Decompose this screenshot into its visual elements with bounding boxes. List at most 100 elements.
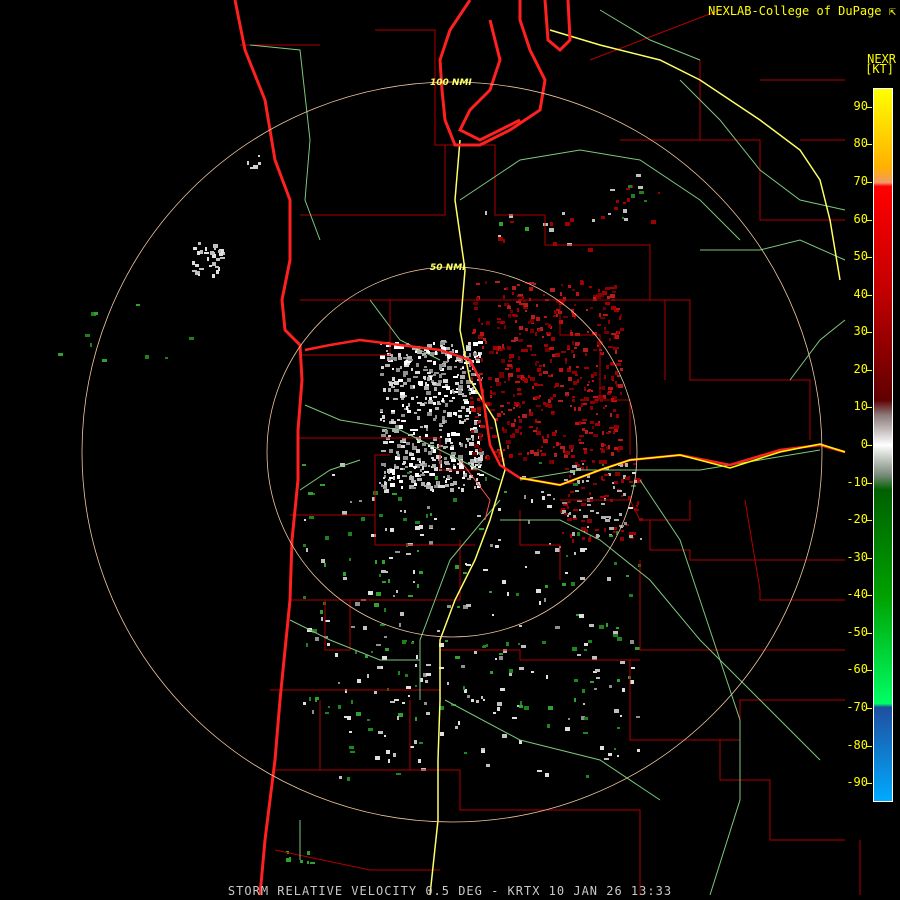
velocity-echo-pixel xyxy=(615,335,619,339)
velocity-echo-pixel xyxy=(640,538,642,540)
velocity-echo-pixel xyxy=(398,379,403,382)
velocity-echo-pixel xyxy=(629,594,633,597)
velocity-colorbar xyxy=(873,88,893,802)
velocity-echo-pixel xyxy=(592,380,594,382)
velocity-echo-pixel xyxy=(401,414,405,417)
velocity-echo-pixel xyxy=(469,370,471,372)
velocity-echo-pixel xyxy=(429,397,432,400)
velocity-echo-pixel xyxy=(471,391,473,394)
velocity-echo-pixel xyxy=(580,577,585,580)
velocity-echo-pixel xyxy=(426,391,431,395)
velocity-echo-pixel xyxy=(572,465,577,468)
velocity-echo-pixel xyxy=(551,374,553,377)
velocity-echo-pixel xyxy=(519,405,521,408)
velocity-echo-pixel xyxy=(453,464,455,466)
velocity-echo-pixel xyxy=(529,426,533,428)
velocity-echo-pixel xyxy=(617,375,620,377)
velocity-echo-pixel xyxy=(563,316,568,318)
velocity-echo-pixel xyxy=(518,339,523,342)
velocity-echo-pixel xyxy=(480,455,483,457)
velocity-echo-pixel xyxy=(453,412,457,415)
velocity-echo-pixel xyxy=(565,468,569,470)
colorbar-tick-label: -40 xyxy=(846,587,868,602)
velocity-echo-pixel xyxy=(587,526,589,528)
velocity-echo-pixel xyxy=(473,342,478,346)
velocity-echo-pixel xyxy=(486,321,490,325)
interstate-5 xyxy=(429,139,506,896)
velocity-echo-pixel xyxy=(485,211,487,215)
county-line xyxy=(275,769,641,895)
velocity-echo-pixel xyxy=(463,399,468,401)
velocity-echo-pixel xyxy=(519,303,524,305)
velocity-echo-pixel xyxy=(573,354,575,358)
highway-line xyxy=(789,319,846,381)
velocity-echo-pixel xyxy=(519,625,522,627)
colorbar-tick-label: -10 xyxy=(846,474,868,489)
velocity-echo-pixel xyxy=(457,374,459,376)
velocity-echo-pixel xyxy=(592,460,595,463)
velocity-echo-pixel xyxy=(458,487,460,489)
velocity-echo-pixel xyxy=(383,420,385,422)
velocity-echo-pixel xyxy=(435,476,438,480)
velocity-echo-pixel xyxy=(463,471,465,474)
velocity-echo-pixel xyxy=(335,653,338,657)
velocity-echo-pixel xyxy=(418,381,423,385)
velocity-echo-pixel xyxy=(437,630,440,632)
velocity-echo-pixel xyxy=(545,585,548,588)
velocity-echo-pixel xyxy=(605,405,607,407)
velocity-echo-pixel xyxy=(600,317,605,319)
velocity-echo-pixel xyxy=(420,534,424,536)
velocity-echo-pixel xyxy=(473,302,478,305)
velocity-echo-pixel xyxy=(579,435,584,437)
velocity-echo-pixel xyxy=(614,709,619,713)
velocity-echo-pixel xyxy=(495,281,500,283)
velocity-echo-pixel xyxy=(586,466,588,470)
velocity-echo-pixel xyxy=(382,560,385,564)
nexlab-credit[interactable]: NEXLAB-College of DuPage ⇱ xyxy=(708,4,896,18)
velocity-echo-pixel xyxy=(568,377,572,381)
velocity-echo-pixel xyxy=(449,400,453,402)
velocity-echo-pixel xyxy=(612,482,614,484)
velocity-echo-pixel xyxy=(507,445,509,449)
velocity-echo-pixel xyxy=(580,377,582,379)
velocity-echo-pixel xyxy=(553,446,555,448)
velocity-echo-pixel xyxy=(567,506,569,509)
velocity-echo-pixel xyxy=(419,742,423,744)
velocity-echo-pixel xyxy=(545,773,549,777)
velocity-echo-pixel xyxy=(458,455,463,459)
velocity-echo-pixel xyxy=(400,366,402,369)
velocity-echo-pixel xyxy=(592,219,595,222)
velocity-echo-pixel xyxy=(424,471,429,473)
velocity-echo-pixel xyxy=(382,415,385,419)
velocity-echo-pixel xyxy=(600,746,604,750)
velocity-echo-pixel xyxy=(520,432,522,435)
highway-line xyxy=(679,79,846,211)
velocity-echo-pixel xyxy=(476,361,480,363)
velocity-echo-pixel xyxy=(443,476,445,478)
velocity-echo-pixel xyxy=(413,466,417,468)
velocity-echo-pixel xyxy=(437,481,439,484)
velocity-echo-pixel xyxy=(308,492,313,495)
velocity-echo-pixel xyxy=(615,472,620,476)
velocity-echo-pixel xyxy=(424,386,429,390)
velocity-echo-pixel xyxy=(575,462,578,465)
velocity-echo-pixel xyxy=(497,327,500,329)
velocity-echo-pixel xyxy=(517,375,521,378)
velocity-echo-pixel xyxy=(607,577,611,581)
velocity-echo-pixel xyxy=(463,686,465,690)
velocity-echo-pixel xyxy=(570,405,572,407)
velocity-echo-pixel xyxy=(613,486,615,489)
velocity-echo-pixel xyxy=(462,371,466,374)
velocity-echo-pixel xyxy=(416,449,420,453)
velocity-echo-pixel xyxy=(496,382,501,386)
velocity-echo-pixel xyxy=(443,361,448,363)
velocity-echo-pixel xyxy=(388,435,391,437)
velocity-echo-pixel xyxy=(342,511,347,515)
velocity-echo-pixel xyxy=(581,503,586,506)
velocity-echo-pixel xyxy=(407,356,412,359)
velocity-echo-pixel xyxy=(621,530,624,532)
velocity-echo-pixel xyxy=(485,477,487,481)
velocity-echo-pixel xyxy=(247,161,249,165)
velocity-echo-pixel xyxy=(604,375,606,379)
velocity-echo-pixel xyxy=(524,706,529,710)
